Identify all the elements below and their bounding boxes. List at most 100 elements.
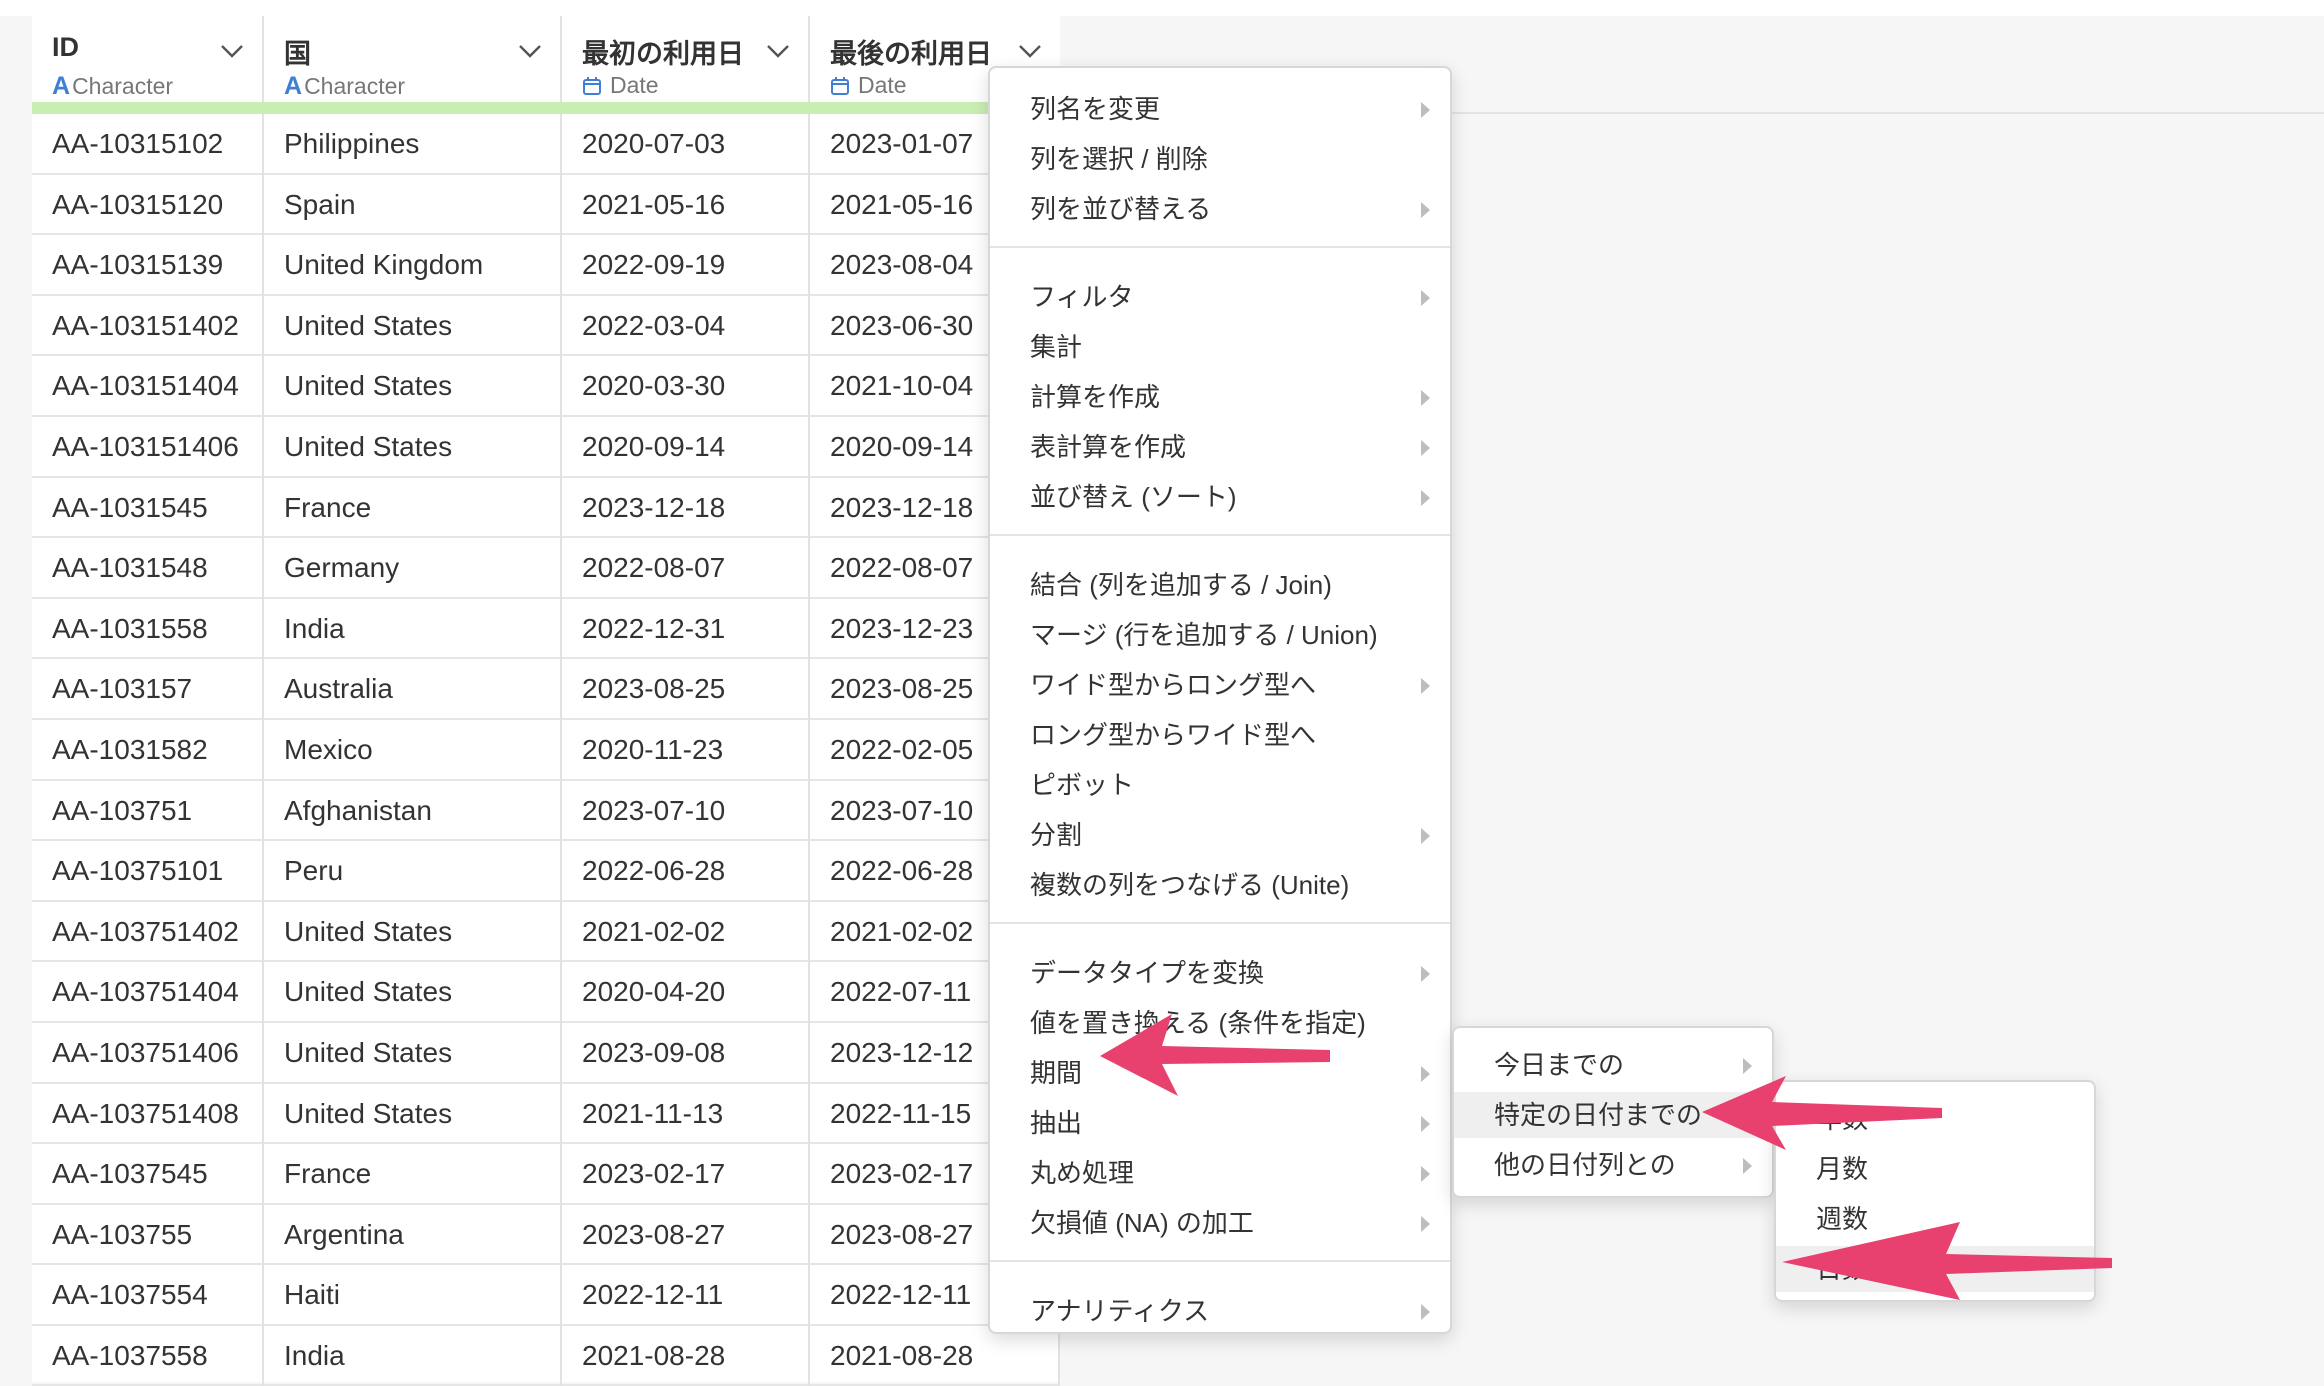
menu-item-label: マージ (行を追加する / Union) bbox=[1030, 620, 1378, 650]
table-cell: 2020-03-30 bbox=[562, 356, 810, 417]
column-header-1[interactable]: ID A Character bbox=[32, 16, 264, 102]
menu-item-label: 結合 (列を追加する / Join) bbox=[1030, 570, 1332, 600]
column-header-2[interactable]: 国 A Character bbox=[264, 16, 562, 102]
submenu-arrow-icon bbox=[1421, 202, 1430, 218]
table-cell: 2022-12-31 bbox=[562, 598, 810, 660]
header-stripe bbox=[32, 102, 1060, 114]
table-row: AA-1031582 Mexico 2020-11-23 2022-02-05 bbox=[32, 719, 1060, 781]
menu-item[interactable]: 並び替え (ソート) bbox=[990, 474, 1450, 520]
unit-submenu-item[interactable]: 日数 bbox=[1776, 1246, 2094, 1292]
column-context-menu: 列名を変更列を選択 / 削除 列を並び替える フィルタ 集計 計算を作成 表計算を作成並び… bbox=[988, 66, 1452, 1334]
period-submenu-item[interactable]: 他の日付列との bbox=[1454, 1142, 1772, 1188]
menu-item-label: 週数 bbox=[1816, 1204, 1869, 1234]
period-submenu-item[interactable]: 今日までの bbox=[1454, 1042, 1772, 1088]
unit-submenu-item[interactable]: 年数 bbox=[1776, 1096, 2094, 1142]
table-cell: United States bbox=[264, 1083, 562, 1145]
column-type-label: Date bbox=[858, 72, 907, 98]
table-cell: 2020-07-03 bbox=[562, 114, 810, 175]
menu-item-label: 日数 bbox=[1816, 1254, 1869, 1284]
submenu-arrow-icon bbox=[1743, 1108, 1752, 1124]
table-cell: 2020-09-14 bbox=[562, 416, 810, 478]
menu-item[interactable]: ロング型からワイド型へ bbox=[990, 712, 1450, 758]
table-cell: 2021-08-28 bbox=[562, 1325, 810, 1386]
column-header-3[interactable]: 最初の利用日 Date bbox=[562, 16, 810, 102]
menu-item[interactable]: データタイプを変換 bbox=[990, 950, 1450, 996]
table-cell: 2023-07-10 bbox=[562, 780, 810, 842]
table-cell: AA-10315102 bbox=[32, 114, 264, 175]
menu-item[interactable]: ワイド型からロング型へ bbox=[990, 662, 1450, 708]
menu-item[interactable]: 結合 (列を追加する / Join) bbox=[990, 562, 1450, 608]
submenu-arrow-icon bbox=[1421, 966, 1430, 982]
table-header: ID A Character 国 A Character 最初の利用日 Date 最後の利用日 D… bbox=[32, 16, 1060, 102]
table-row: AA-103151406 United States 2020-09-14 2020-… bbox=[32, 416, 1060, 478]
table-cell: AA-1031558 bbox=[32, 598, 264, 660]
column-type-label: Character bbox=[304, 73, 406, 99]
table-row: AA-10375101 Peru 2022-06-28 2022-06-28 bbox=[32, 841, 1060, 902]
submenu-arrow-icon bbox=[1421, 1066, 1430, 1082]
menu-item-label: 列名を変更 bbox=[1030, 94, 1161, 124]
submenu-arrow-icon bbox=[1743, 1158, 1752, 1174]
menu-item[interactable]: ピボット bbox=[990, 762, 1450, 808]
table-cell: 2021-02-02 bbox=[562, 901, 810, 963]
menu-item[interactable]: 列名を変更 bbox=[990, 86, 1450, 132]
table-cell: United States bbox=[264, 416, 562, 478]
table-cell: 2023-08-25 bbox=[562, 659, 810, 720]
table-cell: 2022-09-19 bbox=[562, 235, 810, 296]
menu-item[interactable]: 列を並び替える bbox=[990, 186, 1450, 232]
menu-item[interactable]: 計算を作成 bbox=[990, 374, 1450, 420]
chevron-down-icon[interactable] bbox=[218, 42, 246, 60]
submenu-arrow-icon bbox=[1421, 440, 1430, 456]
menu-item[interactable]: 値を置き換える (条件を指定) bbox=[990, 1000, 1450, 1046]
menu-item-label: 他の日付列との bbox=[1494, 1150, 1676, 1180]
menu-item-label: ロング型からワイド型へ bbox=[1030, 720, 1317, 750]
table-cell: AA-1037554 bbox=[32, 1265, 264, 1326]
menu-separator bbox=[990, 534, 1450, 536]
column-type-label: Date bbox=[610, 72, 659, 98]
unit-submenu-item[interactable]: 月数 bbox=[1776, 1146, 2094, 1192]
table-row: AA-1031548 Germany 2022-08-07 2022-08-07 bbox=[32, 538, 1060, 599]
table-row: AA-103751 Afghanistan 2023-07-10 2023-07-10 bbox=[32, 780, 1060, 842]
character-type-icon: A bbox=[284, 72, 303, 100]
menu-item[interactable]: 集計 bbox=[990, 324, 1450, 370]
menu-separator bbox=[990, 1260, 1450, 1262]
menu-item[interactable]: 抽出 bbox=[990, 1100, 1450, 1146]
menu-item[interactable]: 列を選択 / 削除 bbox=[990, 136, 1450, 182]
menu-item-label: 特定の日付までの bbox=[1494, 1100, 1703, 1130]
menu-item[interactable]: マージ (行を追加する / Union) bbox=[990, 612, 1450, 658]
unit-submenu: 年数 月数週数日数 bbox=[1774, 1080, 2096, 1302]
table-cell: Peru bbox=[264, 841, 562, 902]
table-row: AA-103751406 United States 2023-09-08 2023-… bbox=[32, 1022, 1060, 1084]
table-cell: AA-103151406 bbox=[32, 416, 264, 478]
column-type-label: Character bbox=[72, 73, 174, 99]
menu-item-label: 並び替え (ソート) bbox=[1030, 482, 1237, 512]
menu-item[interactable]: フィルタ bbox=[990, 274, 1450, 320]
chevron-down-icon[interactable] bbox=[764, 42, 792, 60]
menu-item[interactable]: アナリティクス bbox=[990, 1288, 1450, 1334]
menu-item[interactable]: 分割 bbox=[990, 812, 1450, 858]
table-cell: 2022-06-28 bbox=[562, 841, 810, 902]
table-cell: United Kingdom bbox=[264, 235, 562, 296]
menu-item[interactable]: 丸め処理 bbox=[990, 1150, 1450, 1196]
table-cell: 2022-12-11 bbox=[562, 1265, 810, 1326]
table-body: AA-10315102 Philippines 2020-07-03 2023-01-… bbox=[32, 114, 1060, 1386]
table-row: AA-10315102 Philippines 2020-07-03 2023-01-… bbox=[32, 114, 1060, 175]
column-type: A Character bbox=[52, 72, 173, 101]
character-type-icon: A bbox=[52, 72, 71, 100]
chevron-down-icon[interactable] bbox=[1016, 42, 1044, 60]
menu-item-label: 分割 bbox=[1030, 820, 1083, 850]
table-cell: AA-10315120 bbox=[32, 174, 264, 236]
unit-submenu-item[interactable]: 週数 bbox=[1776, 1196, 2094, 1242]
menu-item[interactable]: 複数の列をつなげる (Unite) bbox=[990, 862, 1450, 908]
menu-item-label: 値を置き換える (条件を指定) bbox=[1030, 1008, 1366, 1038]
menu-item[interactable]: 欠損値 (NA) の加工 bbox=[990, 1200, 1450, 1246]
calendar-icon bbox=[583, 76, 601, 95]
menu-item[interactable]: 期間 bbox=[990, 1050, 1450, 1096]
table-cell: 2021-11-13 bbox=[562, 1083, 810, 1145]
table-cell: India bbox=[264, 598, 562, 660]
submenu-arrow-icon bbox=[1421, 678, 1430, 694]
chevron-down-icon[interactable] bbox=[516, 42, 544, 60]
period-submenu-item[interactable]: 特定の日付までの bbox=[1454, 1092, 1772, 1138]
table-cell: United States bbox=[264, 962, 562, 1023]
table-row: AA-1031558 India 2022-12-31 2023-12-23 bbox=[32, 598, 1060, 660]
menu-item[interactable]: 表計算を作成 bbox=[990, 424, 1450, 470]
